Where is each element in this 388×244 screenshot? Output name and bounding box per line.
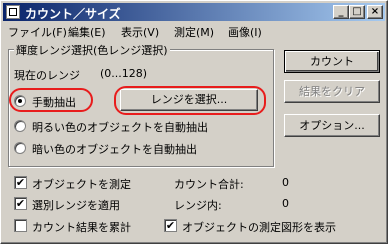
checkbox-measure-objects[interactable]: ✔ <box>14 176 27 189</box>
checkbox-accumulate[interactable] <box>14 219 27 232</box>
maximize-button[interactable]: □ <box>349 5 365 19</box>
in-range-value: 0 <box>282 197 289 210</box>
checkbox-apply-range-label: 選別レンジを適用 <box>32 199 120 212</box>
menu-file[interactable]: ファイル(F) <box>8 24 67 40</box>
checkbox-apply-range[interactable]: ✔ <box>14 197 27 210</box>
in-range-label: レンジ内: <box>174 199 222 212</box>
menu-measure[interactable]: 測定(M) <box>174 24 214 40</box>
menu-view[interactable]: 表示(V) <box>121 24 159 40</box>
checkbox-measure-objects-label: オブジェクトを測定 <box>32 178 131 191</box>
window-title: カウント／サイズ <box>25 7 121 21</box>
radio-dark-label: 暗い色のオブジェクトを自動抽出 <box>32 143 197 156</box>
current-range-value: (0...128) <box>100 67 148 80</box>
highlight-select-range <box>114 86 266 115</box>
title-bar[interactable]: カウント／サイズ _ □ × <box>3 3 385 21</box>
count-total-label: カウント合計: <box>174 178 244 191</box>
options-button[interactable]: オプション... <box>284 114 380 137</box>
current-range-label: 現在のレンジ <box>14 69 80 82</box>
range-group-title: 輝度レンジ選択(色レンジ選択) <box>14 42 170 58</box>
radio-dark[interactable] <box>14 142 26 154</box>
checkbox-show-shapes[interactable]: ✔ <box>164 219 177 232</box>
count-button[interactable]: カウント <box>284 50 380 73</box>
checkbox-accumulate-label: カウント結果を累計 <box>32 221 131 234</box>
close-button[interactable]: × <box>367 5 383 19</box>
count-total-value: 0 <box>282 176 289 189</box>
menu-image[interactable]: 画像(I) <box>228 24 262 40</box>
highlight-manual <box>9 88 93 112</box>
menu-edit[interactable]: 編集(E) <box>68 24 106 40</box>
menu-bar: ファイル(F) 編集(E) 表示(V) 測定(M) 画像(I) <box>4 22 384 39</box>
minimize-button[interactable]: _ <box>333 5 349 19</box>
checkbox-show-shapes-label: オブジェクトの測定図形を表示 <box>182 221 336 234</box>
radio-bright-label: 明るい色のオブジェクトを自動抽出 <box>32 121 208 134</box>
clear-results-button[interactable]: 結果をクリア <box>284 80 380 103</box>
radio-bright[interactable] <box>14 120 26 132</box>
app-icon <box>6 5 20 19</box>
